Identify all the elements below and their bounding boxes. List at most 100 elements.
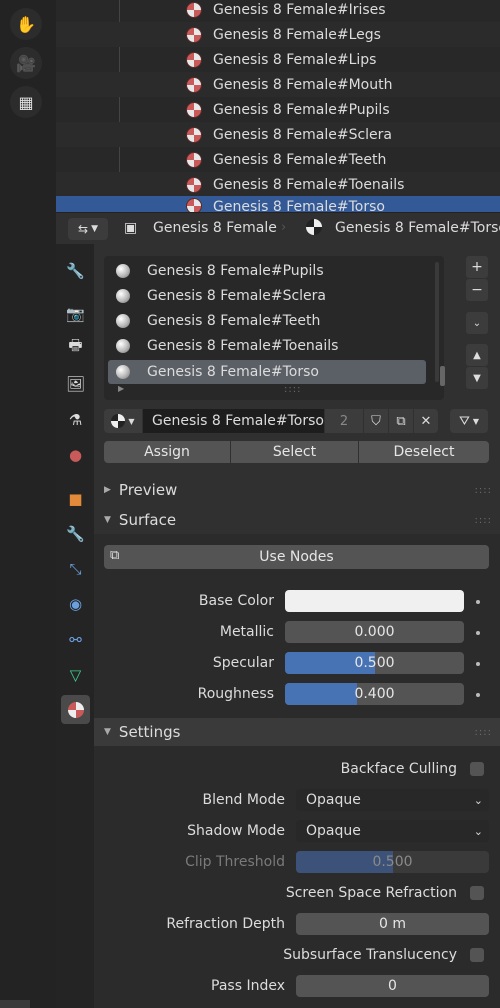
tool-tab-icon[interactable]: 🔧	[61, 256, 90, 285]
settings-panel-body	[94, 746, 500, 1008]
outliner-row[interactable]: Genesis 8 Female#Lips	[56, 47, 500, 72]
refraction-depth-label: Refraction Depth	[166, 916, 285, 932]
unlink-close-icon[interactable]: ✕	[414, 409, 438, 433]
use-nodes-button[interactable]: ⧉ Use Nodes	[104, 545, 489, 569]
assign-button[interactable]: Assign	[104, 441, 230, 463]
scrollbar-thumb[interactable]	[440, 366, 445, 386]
move-slot-up-button[interactable]: ▲	[466, 344, 488, 366]
material-properties: Genesis 8 Female#Pupils Genesis 8 Female…	[94, 244, 500, 1008]
resize-handle[interactable]: ::::	[284, 384, 301, 395]
chevron-down-icon: ▼	[472, 416, 480, 426]
backface-culling-checkbox[interactable]	[470, 762, 484, 776]
material-icon	[186, 176, 202, 193]
outliner-row-label: Genesis 8 Female#Toenails	[213, 176, 405, 193]
clip-threshold-slider[interactable]: 0.500	[296, 851, 489, 873]
specular-label: Specular	[212, 655, 274, 671]
material-icon	[186, 101, 202, 118]
world-tab-icon[interactable]: ●	[61, 440, 90, 469]
grid-perspective-icon[interactable]: ▦	[10, 86, 42, 118]
render-tab-icon[interactable]: 📷	[61, 299, 90, 328]
duplicate-icon[interactable]: ⧉	[389, 409, 413, 433]
drag-handle-icon[interactable]: ::::	[475, 515, 492, 526]
select-button[interactable]: Select	[231, 441, 358, 463]
modifier-wrench-icon[interactable]: 🔧	[61, 519, 90, 548]
outliner-row[interactable]: Genesis 8 Female#Irises	[56, 0, 500, 22]
fake-user-shield-icon[interactable]: ⛉	[364, 409, 388, 433]
slot-row[interactable]: Genesis 8 Female#Teeth	[108, 309, 426, 333]
blend-mode-dropdown[interactable]: Opaque ⌄	[296, 789, 489, 811]
material-name-field[interactable]: Genesis 8 Female#Torso	[143, 409, 324, 433]
shadow-mode-dropdown[interactable]: Opaque ⌄	[296, 820, 489, 842]
add-slot-button[interactable]: +	[466, 256, 488, 278]
ssr-checkbox[interactable]	[470, 886, 484, 900]
data-tab-icon[interactable]: ▽	[61, 660, 90, 689]
outliner-row[interactable]: Genesis 8 Female#Mouth	[56, 72, 500, 97]
deselect-button[interactable]: Deselect	[359, 441, 489, 463]
browse-material-button[interactable]: ▼	[104, 409, 142, 433]
metallic-slider[interactable]: 0.000	[285, 621, 464, 643]
object-tab-icon[interactable]: ■	[61, 484, 90, 513]
keyframe-dot-icon[interactable]	[476, 631, 480, 635]
drag-handle-icon[interactable]: ::::	[475, 727, 492, 738]
slot-label: Genesis 8 Female#Toenails	[147, 338, 339, 354]
specular-slider[interactable]: 0.500	[285, 652, 464, 674]
base-color-swatch[interactable]	[285, 590, 464, 612]
keyframe-dot-icon[interactable]	[476, 662, 480, 666]
refraction-depth-field[interactable]: 0 m	[296, 913, 489, 935]
outliner-row-selected[interactable]: Genesis 8 Female#Torso	[56, 196, 500, 212]
slot-specials-menu[interactable]: ⌄	[466, 312, 488, 334]
slider-fill	[285, 683, 357, 705]
scene-tab-icon[interactable]: ⚗	[61, 405, 90, 434]
pass-index-field[interactable]: 0	[296, 975, 489, 997]
material-icon	[186, 26, 202, 43]
chevron-down-icon: ▼	[104, 727, 111, 737]
slot-row[interactable]: Genesis 8 Female#Sclera	[108, 284, 426, 308]
clip-threshold-value: 0.500	[372, 854, 413, 870]
properties-editor-icon: ⇆	[78, 222, 89, 236]
keyframe-dot-icon[interactable]	[476, 600, 480, 604]
material-slot-list[interactable]: Genesis 8 Female#Pupils Genesis 8 Female…	[104, 256, 445, 400]
particles-tab-icon[interactable]: ⤡	[61, 554, 90, 583]
keyframe-dot-icon[interactable]	[476, 693, 480, 697]
surface-panel-header[interactable]: ▼ Surface ::::	[94, 506, 500, 534]
drag-handle-icon[interactable]: ::::	[475, 485, 492, 496]
outliner-row-label: Genesis 8 Female#Sclera	[213, 126, 393, 143]
outliner-row[interactable]: Genesis 8 Female#Toenails	[56, 172, 500, 197]
view-layer-tab-icon[interactable]: 🖼	[61, 369, 90, 398]
slot-row[interactable]: Genesis 8 Female#Toenails	[108, 334, 426, 358]
blend-mode-value: Opaque	[306, 792, 361, 808]
move-slot-down-button[interactable]: ▼	[466, 367, 488, 389]
viewport-toolbar: ✋ 🎥 ▦	[0, 0, 56, 1008]
constraints-tab-icon[interactable]: ⚯	[61, 625, 90, 654]
user-count[interactable]: 2	[325, 409, 363, 433]
subsurface-label: Subsurface Translucency	[283, 947, 457, 963]
material-ball-icon	[116, 339, 130, 353]
editor-type-dropdown[interactable]: ⇆ ▼	[68, 218, 108, 240]
link-mode-dropdown[interactable]: ⛛ ▼	[450, 409, 488, 433]
list-scrollbar[interactable]	[435, 262, 439, 382]
subsurface-checkbox[interactable]	[470, 948, 484, 962]
output-tab-icon[interactable]: 🖶	[61, 333, 90, 362]
material-icon	[186, 76, 202, 93]
material-tab-icon[interactable]	[61, 695, 90, 724]
outliner-row[interactable]: Genesis 8 Female#Legs	[56, 22, 500, 47]
hand-pan-icon[interactable]: ✋	[10, 8, 42, 40]
scroll-handle[interactable]	[0, 1000, 30, 1008]
expand-arrow-icon[interactable]: ▶	[118, 384, 124, 393]
outliner-row[interactable]: Genesis 8 Female#Teeth	[56, 147, 500, 172]
roughness-slider[interactable]: 0.400	[285, 683, 464, 705]
camera-icon[interactable]: 🎥	[10, 47, 42, 79]
preview-panel-header[interactable]: ▶ Preview ::::	[94, 476, 500, 504]
outliner-row[interactable]: Genesis 8 Female#Sclera	[56, 122, 500, 147]
settings-panel-header[interactable]: ▼ Settings ::::	[94, 718, 500, 746]
outliner-row-label: Genesis 8 Female#Legs	[213, 26, 381, 43]
slot-row[interactable]: Genesis 8 Female#Pupils	[108, 259, 426, 283]
physics-tab-icon[interactable]: ◉	[61, 589, 90, 618]
material-icon	[111, 414, 126, 428]
chevron-down-icon: ⌄	[473, 824, 483, 838]
outliner-row[interactable]: Genesis 8 Female#Pupils	[56, 97, 500, 122]
outliner-row-label: Genesis 8 Female#Torso	[213, 199, 385, 212]
slot-row-selected[interactable]: Genesis 8 Female#Torso	[108, 360, 426, 384]
outliner-row-label: Genesis 8 Female#Pupils	[213, 101, 390, 118]
remove-slot-button[interactable]: −	[466, 279, 488, 301]
